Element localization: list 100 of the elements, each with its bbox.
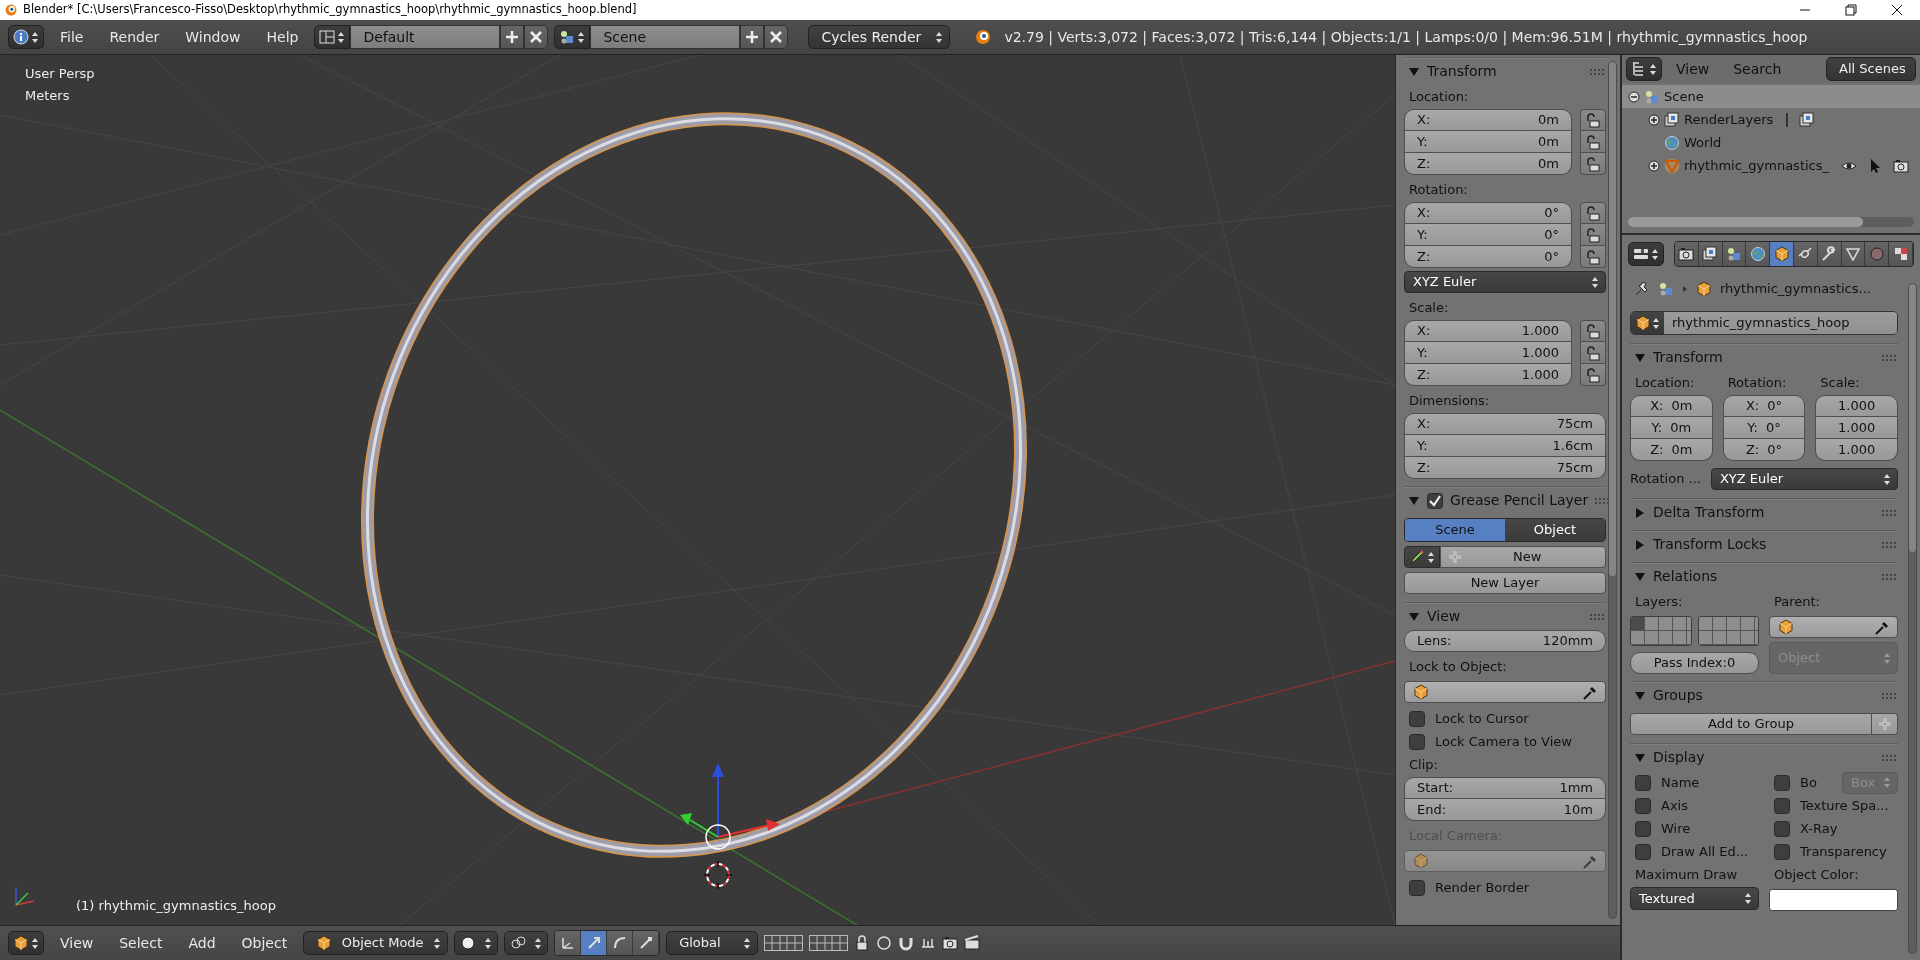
- properties-tab[interactable]: [1889, 242, 1913, 266]
- editor-type-button[interactable]: [1626, 57, 1662, 81]
- mode-dropdown[interactable]: Object Mode: [303, 931, 449, 955]
- checkbox[interactable]: [1635, 797, 1651, 814]
- layer-toggle[interactable]: [1645, 617, 1659, 631]
- manipulator-toggle[interactable]: [555, 931, 582, 955]
- menu-item[interactable]: Object: [231, 932, 298, 954]
- toggle-tab[interactable]: Scene: [1405, 519, 1505, 541]
- add-button[interactable]: [500, 25, 525, 49]
- menu-item[interactable]: View: [50, 932, 104, 954]
- number-field[interactable]: Y: 0°: [1404, 224, 1572, 246]
- panel-header[interactable]: Transform Locks: [1630, 531, 1898, 558]
- orientation-dropdown[interactable]: Global: [666, 931, 759, 955]
- properties-tab[interactable]: [1841, 242, 1866, 266]
- lock-toggle[interactable]: [1580, 224, 1606, 246]
- panel-header[interactable]: View: [1404, 603, 1606, 630]
- panel-header[interactable]: Display: [1630, 744, 1898, 771]
- menu-item[interactable]: Select: [109, 932, 173, 954]
- number-field[interactable]: Z: 0m: [1404, 153, 1572, 175]
- outliner-row[interactable]: Scene: [1622, 85, 1920, 108]
- screen-layout-field[interactable]: Default: [350, 25, 501, 49]
- editor-type-button[interactable]: [8, 931, 44, 955]
- properties-tab[interactable]: [1817, 242, 1842, 266]
- action-button[interactable]: New Layer: [1404, 572, 1606, 594]
- number-field[interactable]: 1.000: [1815, 395, 1898, 417]
- checkbox[interactable]: [1427, 492, 1443, 509]
- collapse-icon[interactable]: [1628, 90, 1640, 103]
- layer-toggle[interactable]: [1698, 631, 1713, 645]
- close-icon[interactable]: [1889, 2, 1905, 18]
- number-field[interactable]: Z: 1.000: [1404, 364, 1572, 386]
- outliner-row[interactable]: rhythmic_gymnastics_: [1622, 154, 1920, 177]
- properties-tab[interactable]: [1794, 242, 1818, 266]
- toggle-tab[interactable]: Object: [1505, 519, 1605, 541]
- add-button[interactable]: [740, 25, 765, 49]
- properties-tab[interactable]: [1722, 242, 1747, 266]
- editor-type-button[interactable]: [1628, 242, 1664, 266]
- number-field[interactable]: 1.000: [1815, 439, 1898, 461]
- number-field[interactable]: X: 0°: [1722, 395, 1806, 417]
- menu-item[interactable]: File: [50, 26, 94, 48]
- panel-header[interactable]: Transform: [1404, 58, 1606, 85]
- properties-tab[interactable]: [1698, 242, 1723, 266]
- panel-header[interactable]: Transform: [1630, 344, 1898, 371]
- scene-field[interactable]: Scene: [590, 25, 741, 49]
- number-field[interactable]: Y: 0m: [1630, 417, 1713, 439]
- checkbox[interactable]: [1409, 733, 1425, 750]
- menu-item[interactable]: View: [1666, 58, 1720, 80]
- number-field[interactable]: X: 1.000: [1404, 320, 1572, 342]
- properties-tab[interactable]: [1770, 242, 1794, 266]
- layer-toggle[interactable]: [1659, 631, 1673, 645]
- lock-toggle[interactable]: [1580, 131, 1606, 153]
- checkbox[interactable]: [1409, 879, 1425, 896]
- menu-item[interactable]: Add: [178, 932, 226, 954]
- transform-gizmo-drawing[interactable]: [680, 763, 780, 850]
- outliner-row[interactable]: RenderLayers: [1622, 108, 1920, 131]
- layer-toggle[interactable]: [1645, 631, 1659, 645]
- dropdown[interactable]: XYZ Euler: [1710, 468, 1898, 490]
- checkbox[interactable]: [1635, 843, 1651, 860]
- layer-toggle[interactable]: [1698, 617, 1713, 631]
- number-field[interactable]: Z: 0°: [1722, 439, 1806, 461]
- lock-toggle[interactable]: [1580, 364, 1606, 386]
- object-picker-field[interactable]: [1404, 681, 1606, 703]
- number-field[interactable]: End: 10m: [1404, 799, 1606, 821]
- number-field[interactable]: 1.000: [1815, 417, 1898, 439]
- number-field[interactable]: Y: 0m: [1404, 131, 1572, 153]
- expand-icon[interactable]: [1648, 159, 1660, 172]
- number-field[interactable]: Z: 0°: [1404, 246, 1572, 268]
- action-button[interactable]: Add to Group: [1630, 713, 1872, 735]
- pencil-selector[interactable]: [1404, 546, 1440, 568]
- properties-tab[interactable]: [1675, 242, 1699, 266]
- checkbox[interactable]: [1774, 797, 1790, 814]
- datablock-browse-button[interactable]: [554, 25, 591, 49]
- dropdown[interactable]: XYZ Euler: [1404, 271, 1606, 293]
- layer-toggle[interactable]: [1631, 631, 1645, 645]
- remove-button[interactable]: [764, 25, 789, 49]
- shading-dropdown[interactable]: [454, 931, 499, 955]
- manipulator-toggle[interactable]: [633, 931, 660, 955]
- panel-header[interactable]: Delta Transform: [1630, 499, 1898, 526]
- color-swatch[interactable]: [1769, 889, 1898, 911]
- menu-item[interactable]: Search: [1723, 58, 1792, 80]
- datablock-browse-button[interactable]: [314, 25, 351, 49]
- lock-toggle[interactable]: [1580, 202, 1606, 224]
- pivot-dropdown[interactable]: [504, 931, 549, 955]
- outliner-row[interactable]: World: [1622, 131, 1920, 154]
- number-field[interactable]: Start: 1mm: [1404, 777, 1606, 799]
- properties-tab[interactable]: [1746, 242, 1771, 266]
- menu-item[interactable]: Window: [175, 26, 251, 48]
- manipulator-toggle[interactable]: [607, 931, 634, 955]
- hoop-drawing[interactable]: [361, 112, 1027, 858]
- panel-header[interactable]: Groups: [1630, 682, 1898, 709]
- remove-button[interactable]: [524, 25, 549, 49]
- checkbox[interactable]: [1635, 820, 1651, 837]
- lock-toggle[interactable]: [1580, 109, 1606, 131]
- layer-toggle[interactable]: [1673, 631, 1687, 645]
- lock-toggle[interactable]: [1580, 320, 1606, 342]
- scrollbar[interactable]: [1628, 217, 1914, 227]
- checkbox[interactable]: [1774, 820, 1790, 837]
- number-field[interactable]: X: 0m: [1630, 395, 1713, 417]
- checkbox[interactable]: [1774, 843, 1790, 860]
- checkbox[interactable]: [1774, 774, 1790, 791]
- pin-icon[interactable]: [1634, 281, 1650, 297]
